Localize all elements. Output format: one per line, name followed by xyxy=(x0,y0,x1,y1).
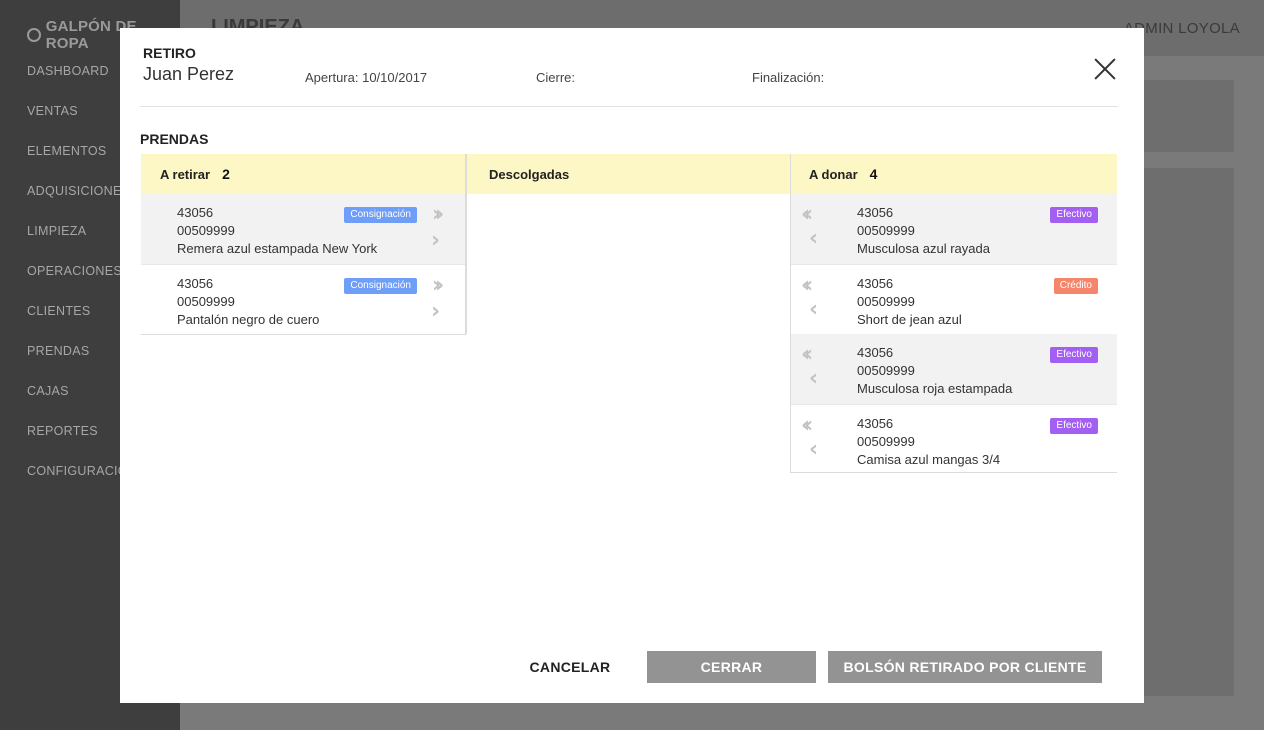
chevron-left-icon[interactable]: ‹ xyxy=(809,368,818,390)
sidebar-item-cajas[interactable]: CAJAS xyxy=(27,384,69,398)
column-label: Descolgadas xyxy=(489,166,570,182)
sidebar-item-clientes[interactable]: CLIENTES xyxy=(27,304,91,318)
column-a-donar: A donar 4 ‹‹ ‹ 43056 00509999 Musculosa … xyxy=(790,154,1117,473)
chevron-right-icon[interactable]: › xyxy=(431,230,440,252)
sidebar-item-dashboard[interactable]: DASHBOARD xyxy=(27,64,109,78)
column-descolgadas: Descolgadas xyxy=(466,154,791,194)
column-a-retirar: A retirar 2 43056 00509999 Remera azul e… xyxy=(141,154,466,335)
item-sku: 00509999 xyxy=(857,363,915,378)
item-description: Camisa azul mangas 3/4 xyxy=(857,452,1001,467)
item-code: 43056 xyxy=(857,416,894,431)
list-item[interactable]: 43056 00509999 Pantalón negro de cuero C… xyxy=(141,264,465,334)
item-description: Pantalón negro de cuero xyxy=(177,312,320,327)
sidebar-item-reportes[interactable]: REPORTES xyxy=(27,424,98,438)
item-code: 43056 xyxy=(177,205,214,220)
close-icon[interactable] xyxy=(1094,58,1116,80)
prendas-section-title: PRENDAS xyxy=(140,131,209,147)
sidebar-item-ventas[interactable]: VENTAS xyxy=(27,104,78,118)
status-badge: Efectivo xyxy=(1050,418,1098,434)
item-code: 43056 xyxy=(857,205,894,220)
column-divider xyxy=(466,154,467,334)
sidebar-item-elementos[interactable]: ELEMENTOS xyxy=(27,144,107,158)
cierre-date: Cierre: xyxy=(536,70,576,85)
item-description: Remera azul estampada New York xyxy=(177,241,378,256)
item-sku: 00509999 xyxy=(857,294,915,309)
double-chevron-right-icon[interactable]: ›› xyxy=(432,275,444,297)
item-description: Short de jean azul xyxy=(857,312,962,327)
column-count: 4 xyxy=(869,166,878,182)
item-description: Musculosa azul rayada xyxy=(857,241,990,256)
list-item[interactable]: 43056 00509999 Remera azul estampada New… xyxy=(141,194,465,264)
status-badge: Efectivo xyxy=(1050,207,1098,223)
double-chevron-left-icon[interactable]: ‹‹ xyxy=(801,344,813,366)
column-header-a-retirar: A retirar 2 xyxy=(141,154,465,194)
item-code: 43056 xyxy=(177,276,214,291)
sidebar-item-prendas[interactable]: PRENDAS xyxy=(27,344,90,358)
chevron-left-icon[interactable]: ‹ xyxy=(809,299,818,321)
column-header-a-donar: A donar 4 xyxy=(791,154,1117,194)
sidebar-item-adquisiciones[interactable]: ADQUISICIONES xyxy=(27,184,130,198)
status-badge: Efectivo xyxy=(1050,347,1098,363)
status-badge: Consignación xyxy=(344,278,417,294)
item-code: 43056 xyxy=(857,276,894,291)
status-badge: Consignación xyxy=(344,207,417,223)
column-label: A retirar xyxy=(160,166,211,182)
column-label: A donar xyxy=(809,166,858,182)
modal-type-label: RETIRO xyxy=(143,45,196,61)
retiro-modal: RETIRO Juan Perez Apertura: 10/10/2017 C… xyxy=(120,28,1144,703)
item-description: Musculosa roja estampada xyxy=(857,381,1013,396)
chevron-right-icon[interactable]: › xyxy=(431,301,440,323)
list-item[interactable]: ‹‹ ‹ 43056 00509999 Camisa azul mangas 3… xyxy=(791,404,1117,472)
brand-icon xyxy=(27,28,41,42)
sidebar-item-operaciones[interactable]: OPERACIONES xyxy=(27,264,122,278)
double-chevron-left-icon[interactable]: ‹‹ xyxy=(801,275,813,297)
finalizacion-date: Finalización: xyxy=(752,70,825,85)
double-chevron-right-icon[interactable]: ›› xyxy=(432,204,444,226)
item-sku: 00509999 xyxy=(177,223,235,238)
double-chevron-left-icon[interactable]: ‹‹ xyxy=(801,415,813,437)
double-chevron-left-icon[interactable]: ‹‹ xyxy=(801,204,813,226)
list-item[interactable]: ‹‹ ‹ 43056 00509999 Short de jean azul C… xyxy=(791,264,1117,334)
divider xyxy=(140,106,1118,107)
sidebar-item-limpieza[interactable]: LIMPIEZA xyxy=(27,224,86,238)
cancel-button[interactable]: CANCELAR xyxy=(514,651,626,683)
item-sku: 00509999 xyxy=(177,294,235,309)
client-name: Juan Perez xyxy=(143,64,235,84)
apertura-date: Apertura: 10/10/2017 xyxy=(305,70,428,85)
column-header-descolgadas: Descolgadas xyxy=(466,154,791,194)
status-badge: Crédito xyxy=(1053,278,1098,294)
item-sku: 00509999 xyxy=(857,434,915,449)
chevron-left-icon[interactable]: ‹ xyxy=(809,439,818,461)
chevron-left-icon[interactable]: ‹ xyxy=(809,228,818,250)
list-item[interactable]: ‹‹ ‹ 43056 00509999 Musculosa roja estam… xyxy=(791,334,1117,404)
column-count: 2 xyxy=(222,166,230,182)
bolson-retirado-button[interactable]: BOLSÓN RETIRADO POR CLIENTE xyxy=(828,651,1102,683)
list-item[interactable]: ‹‹ ‹ 43056 00509999 Musculosa azul rayad… xyxy=(791,194,1117,264)
cerrar-button[interactable]: CERRAR xyxy=(647,651,816,683)
item-sku: 00509999 xyxy=(857,223,915,238)
item-code: 43056 xyxy=(857,345,894,360)
